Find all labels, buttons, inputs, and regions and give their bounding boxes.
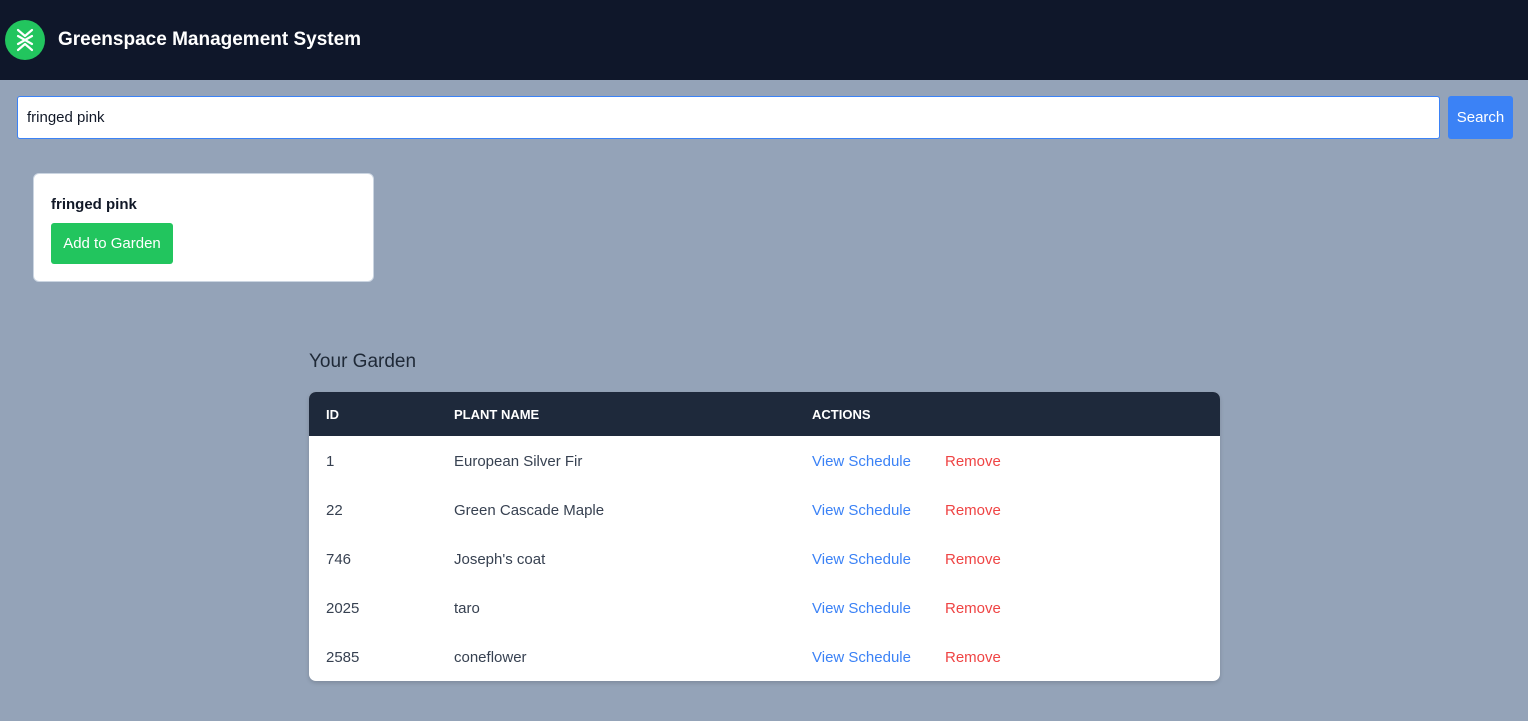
remove-link[interactable]: Remove xyxy=(945,502,1001,519)
row-id: 22 xyxy=(326,502,343,519)
view-schedule-link[interactable]: View Schedule xyxy=(812,502,911,519)
result-plant-name: fringed pink xyxy=(51,196,137,213)
remove-link[interactable]: Remove xyxy=(945,600,1001,617)
dna-leaf-icon xyxy=(16,28,34,52)
garden-heading: Your Garden xyxy=(309,351,417,372)
row-plant-name: coneflower xyxy=(454,649,527,666)
table-header: ID PLANT NAME ACTIONS xyxy=(309,392,1220,436)
row-id: 2585 xyxy=(326,649,360,666)
table-row: 2025 taro View Schedule Remove xyxy=(309,583,1220,632)
row-plant-name: taro xyxy=(454,600,480,617)
top-navbar: Greenspace Management System xyxy=(0,0,1528,80)
row-id: 1 xyxy=(326,453,335,470)
app-logo[interactable] xyxy=(5,20,45,60)
table-row: 2585 coneflower View Schedule Remove xyxy=(309,632,1220,681)
row-plant-name: Green Cascade Maple xyxy=(454,502,605,519)
table-row: 1 European Silver Fir View Schedule Remo… xyxy=(309,436,1220,485)
row-id: 2025 xyxy=(326,600,360,617)
search-input[interactable] xyxy=(17,96,1440,139)
garden-table: ID PLANT NAME ACTIONS 1 European Silver … xyxy=(309,392,1220,681)
remove-link[interactable]: Remove xyxy=(945,453,1001,470)
view-schedule-link[interactable]: View Schedule xyxy=(812,600,911,617)
view-schedule-link[interactable]: View Schedule xyxy=(812,453,911,470)
view-schedule-link[interactable]: View Schedule xyxy=(812,551,911,568)
add-to-garden-button[interactable]: Add to Garden xyxy=(51,223,173,264)
remove-link[interactable]: Remove xyxy=(945,551,1001,568)
column-header-plant-name: PLANT NAME xyxy=(454,407,540,422)
app-title: Greenspace Management System xyxy=(58,29,362,50)
row-id: 746 xyxy=(326,551,352,568)
row-plant-name: European Silver Fir xyxy=(454,453,583,470)
remove-link[interactable]: Remove xyxy=(945,649,1001,666)
search-result-card: fringed pink Add to Garden xyxy=(33,173,374,282)
search-bar: Search xyxy=(17,96,1513,139)
table-row: 22 Green Cascade Maple View Schedule Rem… xyxy=(309,485,1220,534)
column-header-id: ID xyxy=(326,407,339,422)
view-schedule-link[interactable]: View Schedule xyxy=(812,649,911,666)
table-row: 746 Joseph's coat View Schedule Remove xyxy=(309,534,1220,583)
column-header-actions: ACTIONS xyxy=(812,407,871,422)
search-button[interactable]: Search xyxy=(1448,96,1513,139)
row-plant-name: Joseph's coat xyxy=(454,551,546,568)
